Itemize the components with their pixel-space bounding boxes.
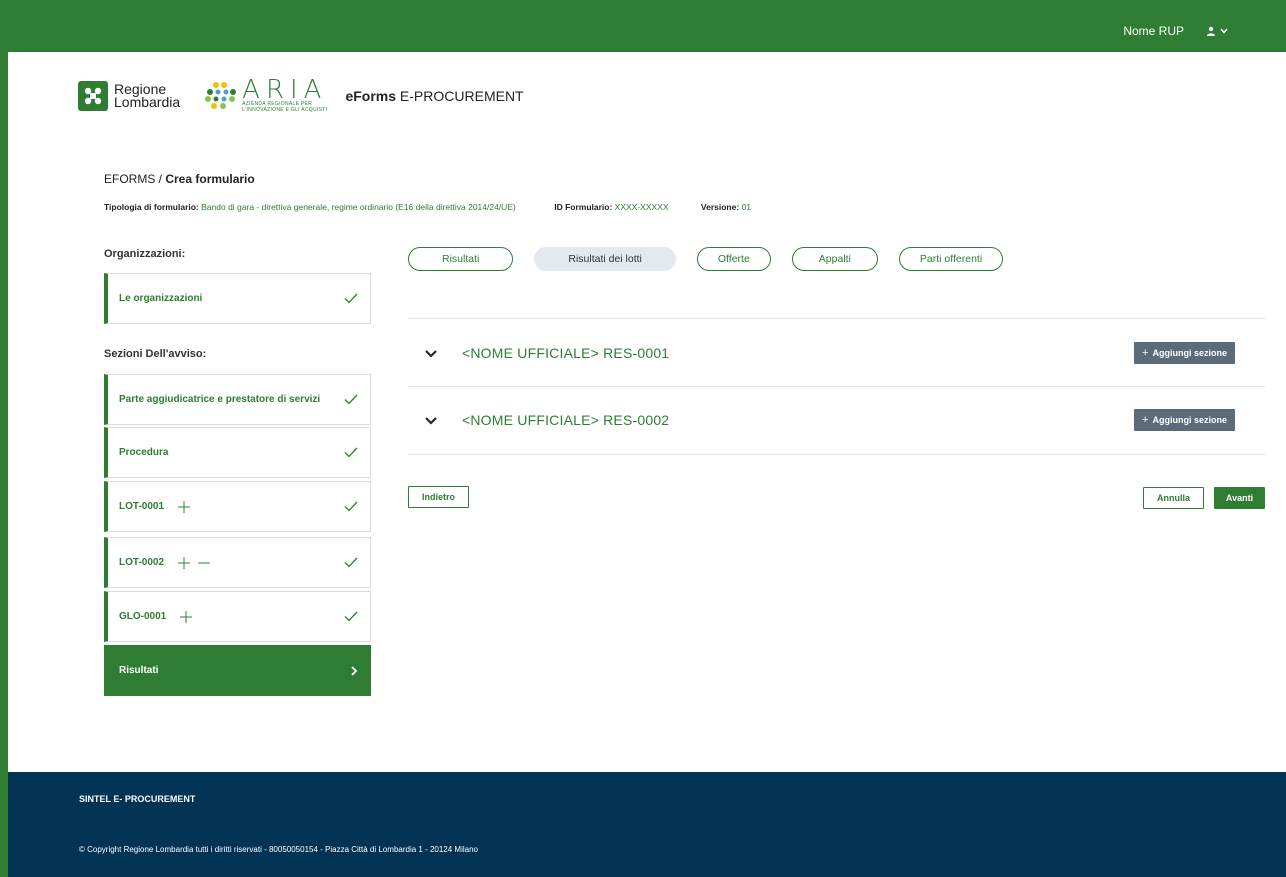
user-name[interactable]: Nome RUP [1123,24,1184,38]
tab-parti-offerenti[interactable]: Parti offerenti [898,247,1004,271]
minus-icon[interactable] [198,557,211,569]
add-section-button[interactable]: + Aggiungi sezione [1134,409,1235,431]
aria-dots-icon [205,82,237,109]
accordion-title: <NOME UFFICIALE> RES-0002 [462,412,670,428]
back-button[interactable]: Indietro [408,486,469,508]
organizzazioni-label: Organizzazioni: [104,248,186,260]
regione-lombardia-logo[interactable]: Regione Lombardia [78,81,180,111]
sidebar-item-lot-0002[interactable]: LOT-0002 [104,537,371,588]
accordion-title: <NOME UFFICIALE> RES-0001 [462,345,670,361]
id-value: XXXX-XXXXX [614,202,669,212]
chevron-down-icon [1220,28,1228,34]
aria-wordmark: ARIA [242,75,328,105]
tipologia-value: Bando di gara - direttiva generale, regi… [201,202,516,212]
breadcrumb-root[interactable]: EFORMS / [104,172,165,186]
app-title-rest: E-PROCUREMENT [396,88,524,104]
app-title: eForms E-PROCUREMENT [345,88,523,104]
sidebar-item-parte-aggiudicatrice[interactable]: Parte aggiudicatrice e prestatore di ser… [104,374,371,425]
user-menu[interactable] [1206,26,1228,36]
tab-bar: Risultati Risultati dei lotti Offerte Ap… [408,247,1004,271]
sidebar-item-label: Procedura [119,447,169,458]
check-icon [344,293,358,304]
check-icon [344,447,358,458]
next-button[interactable]: Avanti [1214,487,1265,509]
sidebar-item-risultati[interactable]: Risultati [104,645,371,696]
sidebar-item-label: GLO-0001 [119,611,167,622]
versione-value: 01 [741,202,752,212]
tab-appalti[interactable]: Appalti [791,247,878,271]
sidebar-item-glo-0001[interactable]: GLO-0001 [104,591,371,642]
sidebar-item-procedura[interactable]: Procedura [104,427,371,478]
add-section-button[interactable]: + Aggiungi sezione [1134,342,1235,364]
divider [408,318,1265,319]
header: Regione Lombardia ARIA AZIENDA REGIONALE… [78,76,524,116]
tab-offerte[interactable]: Offerte [696,247,771,271]
plus-icon[interactable] [178,556,191,569]
plus-icon: + [1142,414,1149,426]
id-label: ID Formulario: [554,202,613,212]
chevron-down-icon[interactable] [424,349,438,358]
footer: SINTEL E- PROCUREMENT © Copyright Region… [8,772,1286,877]
sidebar-item-label: Parte aggiudicatrice e prestatore di ser… [119,394,321,405]
chevron-down-icon[interactable] [424,416,438,425]
footer-copyright: © Copyright Regione Lombardia tutti i di… [79,845,478,854]
cancel-button[interactable]: Annulla [1143,487,1204,509]
sidebar-item-label: LOT-0001 [119,501,165,512]
accordion-res-0002[interactable]: <NOME UFFICIALE> RES-0002 + Aggiungi sez… [408,387,1265,453]
add-section-label: Aggiungi sezione [1152,415,1227,425]
check-icon [344,394,358,405]
plus-icon[interactable] [180,610,193,623]
plus-icon[interactable] [178,500,191,513]
sezioni-label: Sezioni Dell'avviso: [104,348,207,360]
regione-lombardia-mark-icon [78,81,108,111]
app-title-bold: eForms [345,88,397,104]
check-icon [344,557,358,568]
user-icon [1207,26,1215,36]
tab-risultati-dei-lotti[interactable]: Risultati dei lotti [534,247,676,271]
versione-label: Versione: [700,202,740,212]
check-icon [344,501,358,512]
sidebar-item-label: LOT-0002 [119,557,165,568]
top-bar: Nome RUP [8,10,1286,52]
divider [408,454,1265,455]
check-icon [344,611,358,622]
accordion-res-0001[interactable]: <NOME UFFICIALE> RES-0001 + Aggiungi sez… [408,320,1265,386]
sidebar-item-organizzazioni[interactable]: Le organizzazioni [104,273,371,324]
footer-brand: SINTEL E- PROCUREMENT [79,794,196,804]
plus-icon: + [1142,347,1149,359]
sidebar-item-label: Le organizzazioni [119,293,203,304]
add-section-label: Aggiungi sezione [1152,348,1227,358]
tab-risultati[interactable]: Risultati [408,247,514,271]
sidebar-item-lot-0001[interactable]: LOT-0001 [104,481,371,532]
chevron-right-icon [351,665,358,676]
tipologia-label: Tipologia di formulario: [104,202,199,212]
sidebar-item-label: Risultati [119,665,159,676]
aria-sub2: L'INNOVAZIONE E GLI ACQUISTI [242,107,328,113]
breadcrumb-current: Crea formulario [165,172,255,186]
breadcrumb: EFORMS / Crea formulario [104,172,255,186]
logo-rl-line2: Lombardia [114,94,181,110]
aria-logo[interactable]: ARIA AZIENDA REGIONALE PER L'INNOVAZIONE… [204,75,328,113]
form-meta: Tipologia di formulario: Bando di gara -… [104,202,751,212]
